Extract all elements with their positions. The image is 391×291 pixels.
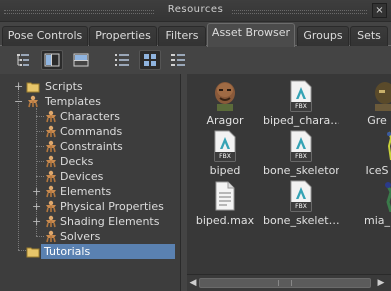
horizontal-split-button[interactable]: [70, 50, 92, 70]
fbx-badge: FBX: [295, 153, 307, 160]
tree-item-label: Templates: [45, 95, 101, 108]
folder-icon: [26, 247, 40, 258]
tree-item-templates[interactable]: − Templates: [0, 94, 181, 109]
detail-view-icon: [171, 54, 185, 66]
asset-name: IceS: [365, 164, 389, 177]
tree-item-constraints[interactable]: Constraints: [0, 139, 181, 154]
asset-item[interactable]: IceS: [339, 128, 391, 178]
asset-name: biped_chara…: [263, 114, 339, 127]
template-icon: [28, 95, 38, 108]
tree-item-devices[interactable]: Devices: [0, 169, 181, 184]
fbx-badge: FBX: [295, 103, 307, 110]
tab-pose-controls[interactable]: Pose Controls: [2, 26, 88, 46]
asset-name: bone_skelet…: [263, 214, 339, 227]
panel-title-bar: Resources ×: [0, 0, 391, 22]
template-icon: [46, 200, 56, 213]
template-icon: [46, 155, 56, 168]
tree-item-label: Characters: [60, 110, 121, 123]
tab-sets[interactable]: Sets: [350, 26, 388, 46]
template-icon: [46, 230, 56, 243]
scroll-right-icon[interactable]: ▶: [375, 277, 387, 289]
tree-item-label: Elements: [60, 185, 112, 198]
asset-item[interactable]: FBX bone_skeleton: [263, 128, 339, 178]
tree-item-physical-properties[interactable]: + Physical Properties: [0, 199, 181, 214]
tree-item-characters[interactable]: Characters: [0, 109, 181, 124]
expand-icon[interactable]: +: [32, 201, 41, 212]
asset-name: Aragor: [206, 114, 244, 127]
horizontal-scrollbar[interactable]: ◀ ▶: [187, 274, 391, 291]
asset-item[interactable]: FBX bone_skelet…: [263, 178, 339, 228]
horizontal-split-icon: [73, 53, 89, 67]
tree-item-label: Tutorials: [41, 244, 175, 259]
collapse-icon[interactable]: −: [14, 96, 23, 107]
tree-item-shading-elements[interactable]: + Shading Elements: [0, 214, 181, 229]
asset-name: biped: [209, 164, 241, 177]
tree-item-label: Decks: [60, 155, 94, 168]
template-icon: [46, 110, 56, 123]
template-icon: [46, 140, 56, 153]
expand-icon[interactable]: +: [32, 216, 41, 227]
asset-item[interactable]: biped.max: [187, 178, 263, 228]
folder-icon: [26, 82, 40, 93]
asset-grid: Aragor FBX biped_chara… Gre FBX biped FB…: [187, 74, 391, 274]
split-view-icon: [44, 53, 60, 67]
expand-icon[interactable]: +: [32, 186, 41, 197]
character-figure-icon: [387, 131, 391, 161]
split-view-button[interactable]: [41, 50, 63, 70]
fbx-badge: FBX: [295, 203, 307, 210]
tree-item-label: Scripts: [45, 80, 83, 93]
tree-item-solvers[interactable]: Solvers: [0, 229, 181, 244]
tree-item-scripts[interactable]: + Scripts: [0, 79, 181, 94]
tree-item-label: Solvers: [60, 230, 101, 243]
tab-bar: Pose Controls Properties Filters Asset B…: [0, 22, 391, 47]
view-toolbar: [0, 46, 391, 74]
fbx-badge: FBX: [219, 153, 231, 160]
character-head-icon: [215, 82, 235, 111]
character-head-icon: [375, 82, 391, 111]
scroll-left-icon[interactable]: ◀: [187, 277, 199, 289]
tree-item-elements[interactable]: + Elements: [0, 184, 181, 199]
list-view-icon: [115, 54, 129, 66]
template-icon: [46, 215, 56, 228]
asset-name: mia_: [363, 214, 390, 227]
tree-item-decks[interactable]: Decks: [0, 154, 181, 169]
expand-icon[interactable]: +: [14, 81, 23, 92]
tree-item-label: Commands: [60, 125, 123, 138]
tree-view-button[interactable]: [12, 50, 34, 70]
tree-item-tutorials[interactable]: Tutorials: [0, 244, 181, 259]
asset-item[interactable]: Aragor: [187, 78, 263, 128]
title-grip-right[interactable]: [232, 10, 367, 14]
tree-view-icon: [17, 54, 29, 66]
tab-filters[interactable]: Filters: [158, 26, 206, 46]
asset-item[interactable]: FBX biped_chara…: [263, 78, 339, 128]
template-icon: [46, 125, 56, 138]
tab-asset-browser[interactable]: Asset Browser: [207, 23, 295, 47]
asset-item[interactable]: FBX biped: [187, 128, 263, 178]
scrollbar-thumb[interactable]: [199, 278, 371, 288]
asset-item[interactable]: Gre: [339, 78, 391, 128]
asset-name: biped.max: [195, 214, 255, 227]
list-view-button[interactable]: [111, 50, 133, 70]
detail-view-button[interactable]: [167, 50, 189, 70]
close-icon[interactable]: ×: [372, 3, 387, 18]
tab-groups[interactable]: Groups: [297, 26, 349, 46]
icon-view-button[interactable]: [139, 50, 161, 70]
folder-tree[interactable]: + Scripts − Templates Characters Command…: [0, 74, 181, 291]
tree-item-commands[interactable]: Commands: [0, 124, 181, 139]
asset-name: Gre: [367, 114, 387, 127]
tree-item-label: Devices: [60, 170, 104, 183]
icon-view-icon: [144, 54, 156, 66]
document-icon: [215, 181, 235, 211]
tree-item-label: Constraints: [60, 140, 123, 153]
asset-name: bone_skeleton: [263, 164, 339, 177]
template-icon: [46, 185, 56, 198]
template-icon: [46, 170, 56, 183]
tree-item-label: Physical Properties: [60, 200, 164, 213]
asset-item[interactable]: mia_: [339, 178, 391, 228]
character-figure-icon: [385, 182, 391, 212]
tab-properties[interactable]: Properties: [89, 26, 157, 46]
tree-item-label: Shading Elements: [60, 215, 160, 228]
